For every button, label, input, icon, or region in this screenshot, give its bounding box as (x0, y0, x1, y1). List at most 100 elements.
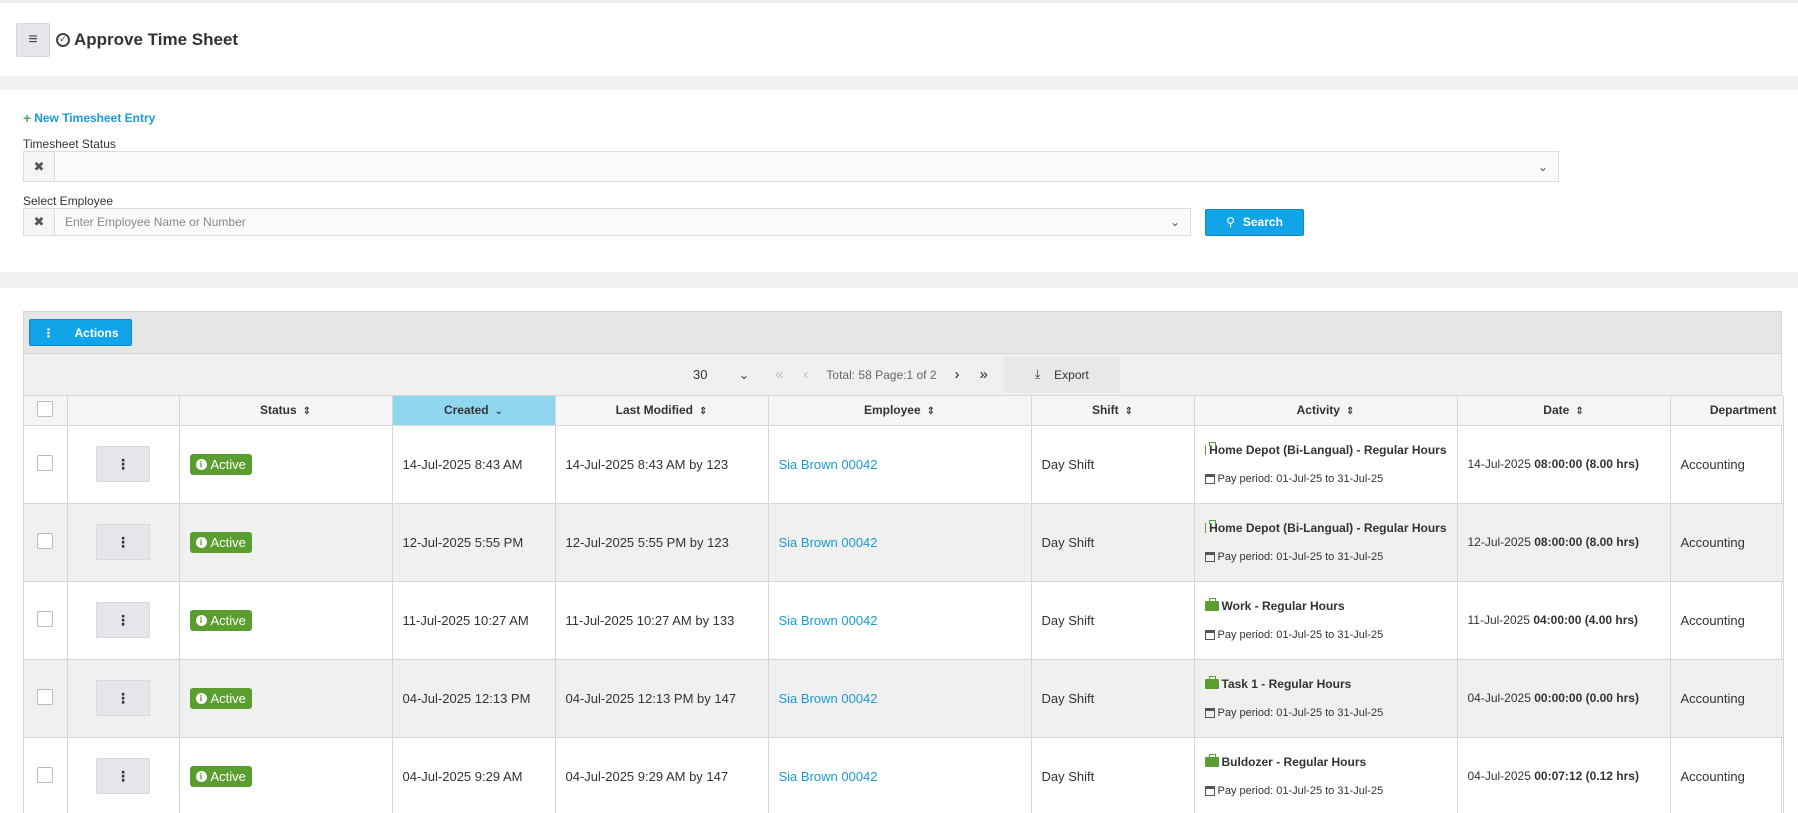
export-button-label: Export (1054, 367, 1089, 382)
actions-button-label: Actions (74, 325, 119, 340)
actions-button[interactable]: ⋮ Actions (29, 319, 132, 346)
date-cell: 04-Jul-2025 00:00:00 (0.00 hrs) (1457, 659, 1671, 738)
hamburger-menu-button[interactable]: ≡ (16, 22, 50, 57)
clear-status-icon[interactable]: ✖ (24, 152, 55, 181)
clear-employee-icon[interactable]: ✖ (24, 209, 55, 235)
page-size-select[interactable]: 30 (693, 367, 733, 382)
activity-cell: Buldozer - Regular Hours Pay period: 01-… (1194, 737, 1458, 813)
sort-icon: ⇕ (926, 406, 936, 418)
table-row[interactable]: ⋮ i Active 04-Jul-2025 12:13 PM 04-Jul-20… (24, 659, 1784, 738)
table-row[interactable]: ⋮ i Active 11-Jul-2025 10:27 AM 11-Jul-20… (24, 581, 1784, 660)
employee-link[interactable]: Sia Brown 00042 (779, 457, 878, 472)
row-select-cell (24, 737, 68, 813)
table-row[interactable]: ⋮ i Active 14-Jul-2025 8:43 AM 14-Jul-202… (24, 425, 1784, 504)
created-cell: 04-Jul-2025 12:13 PM (392, 659, 556, 738)
actions-bar: ⋮ Actions (24, 312, 1781, 354)
row-checkbox[interactable] (37, 610, 54, 627)
check-circle-icon: ✓ (56, 32, 70, 47)
activity-title: Work - Regular Hours (1204, 598, 1447, 613)
activity-cell: Home Depot (Bi-Langual) - Regular Hours … (1194, 425, 1458, 504)
department-cell: Accounting (1670, 425, 1784, 504)
last-page-icon[interactable]: » (980, 366, 988, 383)
previous-page-icon[interactable]: ‹ (803, 366, 808, 383)
department-cell: Accounting (1670, 581, 1784, 660)
row-checkbox[interactable] (37, 454, 54, 471)
department-cell: Accounting (1670, 737, 1784, 813)
briefcase-icon (1204, 754, 1219, 767)
row-menu-button[interactable]: ⋮ (96, 680, 150, 716)
row-checkbox[interactable] (37, 766, 54, 783)
activity-cell: Work - Regular Hours Pay period: 01-Jul-… (1194, 581, 1458, 660)
sort-desc-icon: ⌄ (494, 406, 504, 418)
employee-link[interactable]: Sia Brown 00042 (779, 613, 878, 628)
export-button[interactable]: ⤓ Export (1003, 356, 1120, 393)
table-row[interactable]: ⋮ i Active 04-Jul-2025 9:29 AM 04-Jul-202… (24, 737, 1784, 813)
column-header-created[interactable]: Created ⌄ (392, 396, 556, 426)
search-button-label: Search (1242, 215, 1283, 229)
briefcase-icon (1204, 598, 1219, 611)
pay-period: Pay period: 01-Jul-25 to 31-Jul-25 (1204, 785, 1447, 797)
duration-text: 04:00:00 (4.00 hrs) (1533, 613, 1639, 627)
employee-search-row: ✖ Enter Employee Name or Number ⌄ ⚲ Sear… (23, 208, 1782, 236)
row-menu-button[interactable]: ⋮ (96, 758, 150, 794)
column-header-status[interactable]: Status ⇕ (179, 396, 393, 426)
status-cell: i Active (179, 659, 393, 738)
status-cell: i Active (179, 425, 393, 504)
column-header-activity[interactable]: Activity ⇕ (1194, 396, 1458, 426)
pay-period-text: Pay period: 01-Jul-25 to 31-Jul-25 (1217, 473, 1384, 485)
timesheet-status-select[interactable]: ✖ ⌄ (23, 151, 1559, 182)
select-employee-label: Select Employee (23, 194, 114, 208)
status-cell: i Active (179, 503, 393, 582)
activity-title: Home Depot (Bi-Langual) - Regular Hours (1204, 520, 1447, 535)
page-title: Approve Time Sheet (74, 29, 239, 49)
pay-period: Pay period: 01-Jul-25 to 31-Jul-25 (1204, 629, 1447, 641)
column-label: Created (443, 403, 489, 418)
column-label: Status (259, 403, 297, 418)
shift-cell: Day Shift (1031, 425, 1195, 504)
row-checkbox[interactable] (37, 532, 54, 549)
table-row[interactable]: ⋮ i Active 12-Jul-2025 5:55 PM 12-Jul-202… (24, 503, 1784, 582)
new-timesheet-entry-label: New Timesheet Entry (34, 111, 156, 125)
new-timesheet-entry-link[interactable]: + New Timesheet Entry (23, 110, 155, 126)
first-page-icon[interactable]: « (775, 366, 783, 383)
row-menu-cell: ⋮ (67, 659, 180, 738)
header-row: Status ⇕ Created ⌄ Last Modified ⇕ Employee… (24, 396, 1784, 426)
activity-cell: Task 1 - Regular Hours Pay period: 01-Ju… (1194, 659, 1458, 738)
search-button[interactable]: ⚲ Search (1205, 208, 1304, 236)
row-menu-button[interactable]: ⋮ (96, 602, 150, 638)
column-header-employee[interactable]: Employee ⇕ (768, 396, 1032, 426)
column-header-last-modified[interactable]: Last Modified ⇕ (555, 396, 769, 426)
chevron-down-icon[interactable]: ⌄ (1528, 152, 1558, 181)
row-menu-button[interactable]: ⋮ (96, 524, 150, 560)
activity-title: Home Depot (Bi-Langual) - Regular Hours (1204, 442, 1447, 457)
section-divider (0, 76, 1798, 90)
pager-controls: 30 ⌄ « ‹ Total: 58 Page:1 of 2 › » ⤓ Exp… (693, 354, 1120, 395)
shift-cell: Day Shift (1031, 737, 1195, 813)
row-checkbox[interactable] (37, 688, 54, 705)
created-cell: 11-Jul-2025 10:27 AM (392, 581, 556, 660)
employee-select[interactable]: ✖ Enter Employee Name or Number ⌄ (23, 208, 1191, 236)
column-header-department[interactable]: Department (1670, 396, 1784, 426)
chevron-down-icon[interactable]: ⌄ (739, 368, 749, 382)
select-all-checkbox[interactable] (37, 400, 54, 417)
department-cell: Accounting (1670, 503, 1784, 582)
column-header-shift[interactable]: Shift ⇕ (1031, 396, 1195, 426)
duration-text: 00:07:12 (0.12 hrs) (1534, 769, 1639, 783)
next-page-icon[interactable]: › (955, 366, 960, 383)
activity-title: Task 1 - Regular Hours (1204, 676, 1447, 691)
calendar-icon (1204, 474, 1215, 484)
chevron-down-icon[interactable]: ⌄ (1160, 209, 1190, 235)
date-cell: 14-Jul-2025 08:00:00 (8.00 hrs) (1457, 425, 1671, 504)
employee-link[interactable]: Sia Brown 00042 (779, 535, 878, 550)
row-menu-button[interactable]: ⋮ (96, 446, 150, 482)
employee-input[interactable]: Enter Employee Name or Number (55, 209, 1160, 235)
date-cell: 11-Jul-2025 04:00:00 (4.00 hrs) (1457, 581, 1671, 660)
pay-period-text: Pay period: 01-Jul-25 to 31-Jul-25 (1217, 629, 1384, 641)
select-all-cell (24, 396, 68, 426)
employee-link[interactable]: Sia Brown 00042 (779, 769, 878, 784)
pager-total: Total: 58 Page:1 of 2 (826, 367, 937, 382)
section-divider (0, 272, 1798, 288)
column-label: Department (1709, 403, 1777, 418)
column-header-date[interactable]: Date ⇕ (1457, 396, 1671, 426)
employee-link[interactable]: Sia Brown 00042 (779, 691, 878, 706)
